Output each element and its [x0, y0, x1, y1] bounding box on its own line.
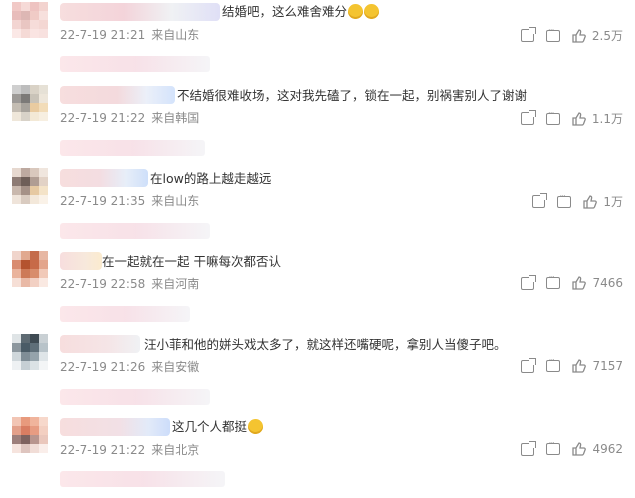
comment-text: 这几个人都挺 — [172, 418, 264, 436]
reply-preview-blurred[interactable] — [60, 56, 210, 72]
comment-item: 汪小菲和他的姘头戏太多了，就这样还嘴硬呢，拿别人当傻子吧。 22-7-19 21… — [0, 332, 635, 415]
comment-actions: 1.1万 — [520, 109, 623, 127]
like-count: 4962 — [592, 442, 623, 456]
emoji-icon — [348, 4, 364, 19]
location: 来自山东 — [151, 28, 200, 42]
location: 来自韩国 — [151, 111, 200, 125]
comment-text: 不结婚很难收场，这对我先磕了，锁在一起，别祸害别人了谢谢 — [177, 88, 528, 103]
comment-icon[interactable] — [545, 26, 560, 42]
username-blurred[interactable] — [60, 252, 102, 270]
emoji-icon — [248, 419, 264, 434]
timestamp: 22-7-19 21:35 — [60, 194, 146, 208]
share-icon[interactable] — [521, 274, 537, 290]
thumbs-up-icon — [572, 28, 586, 43]
avatar[interactable] — [12, 168, 48, 204]
like-count: 7466 — [592, 276, 623, 290]
comment-icon[interactable] — [557, 192, 572, 208]
username-blurred[interactable] — [60, 86, 175, 104]
like-count: 1.1万 — [591, 112, 623, 126]
comment-meta: 22-7-19 21:26 来自安徽 — [60, 359, 205, 375]
avatar[interactable] — [12, 85, 48, 121]
location: 来自北京 — [151, 443, 200, 457]
comment-actions: 1万 — [532, 192, 623, 210]
share-icon[interactable] — [521, 357, 537, 373]
comment-meta: 22-7-19 21:21 来自山东 — [60, 27, 205, 43]
comment-item: 这几个人都挺 22-7-19 21:22 来自北京 4962 — [0, 415, 635, 498]
like-button[interactable]: 1万 — [583, 193, 623, 210]
like-button[interactable]: 2.5万 — [572, 27, 623, 44]
share-icon[interactable] — [520, 27, 536, 42]
reply-preview-blurred[interactable] — [60, 306, 190, 322]
username-blurred[interactable] — [60, 169, 148, 187]
comment-item: 结婚吧，这么难舍难分 22-7-19 21:21 来自山东 2.5万 — [0, 0, 635, 83]
comment-item: 不结婚很难收场，这对我先磕了，锁在一起，别祸害别人了谢谢 22-7-19 21:… — [0, 83, 635, 166]
reply-preview-blurred[interactable] — [60, 140, 205, 156]
username-blurred[interactable] — [60, 335, 140, 353]
thumbs-up-icon — [572, 276, 587, 290]
like-count: 7157 — [592, 359, 623, 373]
comment-actions: 4962 — [521, 439, 623, 456]
comment-meta: 22-7-19 21:22 来自韩国 — [60, 110, 205, 126]
share-icon[interactable] — [521, 440, 537, 456]
avatar[interactable] — [12, 334, 48, 370]
location: 来自河南 — [151, 277, 200, 291]
like-button[interactable]: 1.1万 — [572, 110, 623, 127]
thumbs-up-icon — [572, 111, 586, 126]
username-blurred[interactable] — [60, 418, 170, 436]
comment-icon[interactable] — [545, 109, 560, 125]
like-button[interactable]: 7466 — [572, 276, 623, 290]
thumbs-up-icon — [572, 359, 587, 373]
reply-preview-blurred[interactable] — [60, 389, 210, 405]
timestamp: 22-7-19 21:22 — [60, 111, 146, 125]
comment-meta: 22-7-19 21:22 来自北京 — [60, 442, 205, 458]
avatar[interactable] — [12, 2, 48, 38]
comment-meta: 22-7-19 21:35 来自山东 — [60, 193, 205, 209]
comment-actions: 2.5万 — [520, 26, 623, 44]
reply-preview-blurred[interactable] — [60, 471, 225, 487]
username-blurred[interactable] — [60, 3, 220, 21]
avatar[interactable] — [12, 251, 48, 287]
like-count: 2.5万 — [591, 29, 623, 43]
like-button[interactable]: 4962 — [572, 442, 623, 456]
timestamp: 22-7-19 21:22 — [60, 443, 146, 457]
reply-preview-blurred[interactable] — [60, 223, 210, 239]
location: 来自安徽 — [151, 360, 200, 374]
comment-text: 汪小菲和他的姘头戏太多了，就这样还嘴硬呢，拿别人当傻子吧。 — [144, 337, 507, 352]
comment-actions: 7157 — [521, 356, 623, 373]
thumbs-up-icon — [583, 194, 598, 209]
share-icon[interactable] — [532, 193, 548, 208]
like-count: 1万 — [603, 195, 623, 209]
comment-icon[interactable] — [546, 439, 561, 455]
comment-text: 在low的路上越走越远 — [150, 171, 272, 186]
comment-actions: 7466 — [521, 273, 623, 290]
timestamp: 22-7-19 21:26 — [60, 360, 146, 374]
timestamp: 22-7-19 22:58 — [60, 277, 146, 291]
emoji-icon — [364, 4, 380, 19]
comment-meta: 22-7-19 22:58 来自河南 — [60, 276, 205, 292]
comment-item: 在low的路上越走越远 22-7-19 21:35 来自山东 1万 — [0, 166, 635, 249]
comment-text: 结婚吧，这么难舍难分 — [222, 3, 380, 21]
thumbs-up-icon — [572, 442, 587, 456]
comment-icon[interactable] — [546, 273, 561, 289]
location: 来自山东 — [151, 194, 200, 208]
share-icon[interactable] — [520, 110, 536, 125]
like-button[interactable]: 7157 — [572, 359, 623, 373]
avatar[interactable] — [12, 417, 48, 453]
timestamp: 22-7-19 21:21 — [60, 28, 146, 42]
comment-text: 在一起就在一起 干嘛每次都否认 — [102, 254, 281, 269]
comment-icon[interactable] — [546, 356, 561, 372]
comment-item: 在一起就在一起 干嘛每次都否认 22-7-19 22:58 来自河南 7466 — [0, 249, 635, 332]
